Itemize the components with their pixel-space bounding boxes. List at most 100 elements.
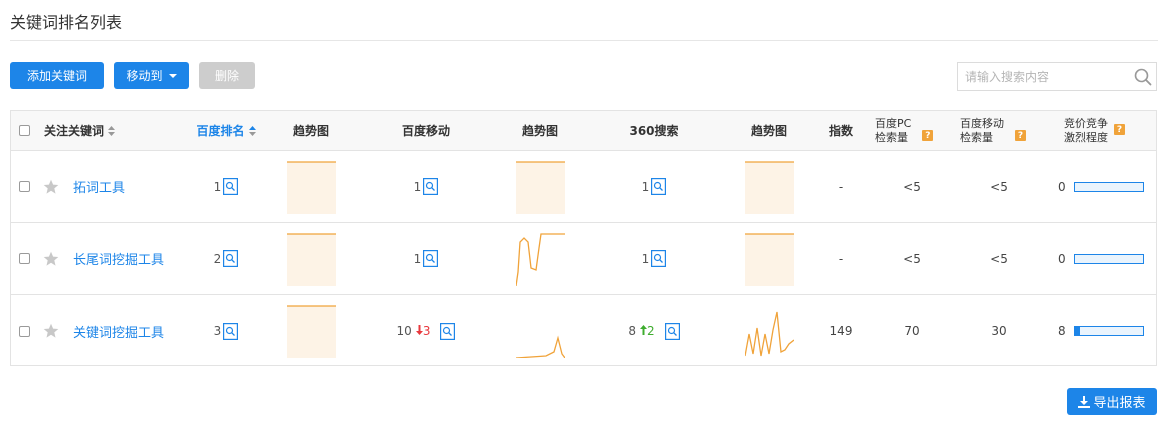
sparkline (286, 232, 336, 286)
sparkline (515, 232, 565, 286)
sparkline-line (515, 232, 565, 286)
competition-value: 8 (1058, 324, 1066, 338)
trend-chart[interactable] (744, 304, 794, 358)
arrow-down-icon (415, 325, 423, 335)
snapshot-icon[interactable] (651, 250, 667, 267)
sparkline-area (286, 161, 336, 214)
table-header: 关注关键词 百度排名 趋势图 百度移动 趋势图 360搜索 趋势图 指数 百度P… (11, 111, 1156, 151)
move-to-button[interactable]: 移动到 (114, 62, 189, 89)
row-checkbox[interactable] (19, 181, 30, 192)
sparkline (286, 305, 336, 358)
mobile-volume-value: <5 (990, 251, 1008, 266)
header-mobile-volume-line2: 检索量 (960, 130, 993, 144)
snapshot-icon[interactable] (423, 250, 439, 267)
header-competition-line1: 竞价竞争 (1064, 116, 1108, 130)
help-icon[interactable]: ? (1015, 130, 1026, 141)
mobile-volume-value: 30 (991, 324, 1007, 338)
help-icon[interactable]: ? (1114, 124, 1125, 135)
search-icon[interactable] (1134, 68, 1152, 86)
baidu-mobile-value: 1 (413, 179, 422, 194)
snapshot-icon[interactable] (651, 178, 667, 195)
competition-bar (1074, 181, 1144, 192)
snapshot-icon[interactable] (423, 178, 439, 195)
header-keyword[interactable]: 关注关键词 (44, 111, 164, 150)
header-trend-3: 趋势图 (750, 124, 787, 138)
competition-bar (1074, 253, 1144, 264)
header-index: 指数 (828, 124, 853, 138)
sort-icon (108, 125, 116, 136)
row-checkbox[interactable] (19, 253, 30, 264)
header-trend-2: 趋势图 (521, 124, 558, 138)
keyword-link[interactable]: 拓词工具 (73, 177, 125, 196)
trend-chart[interactable] (515, 232, 565, 286)
trend-chart[interactable] (515, 160, 565, 214)
trend-chart[interactable] (286, 232, 336, 286)
header-mobile-volume: 百度移动 检索量 ? (960, 111, 1050, 150)
trend-chart[interactable] (744, 232, 794, 286)
star-icon[interactable] (43, 323, 59, 339)
index-value: - (838, 251, 844, 266)
sparkline (744, 160, 794, 214)
caret-down-icon (168, 73, 177, 78)
search-box (957, 62, 1157, 91)
header-360: 360搜索 (629, 124, 679, 138)
sparkline-area (286, 306, 336, 358)
star-icon[interactable] (43, 179, 59, 195)
row-checkbox[interactable] (19, 325, 30, 337)
sparkline (744, 311, 794, 357)
export-report-label: 导出报表 (1093, 396, 1146, 411)
rank-change-up: 2 (640, 324, 655, 338)
sparkline-area (744, 161, 794, 214)
help-icon[interactable]: ? (922, 130, 934, 141)
sparkline-area (744, 233, 794, 286)
keyword-link[interactable]: 关键词挖掘工具 (73, 322, 164, 341)
header-pc-volume-line1: 百度PC (875, 116, 912, 130)
table-row: 长尾词挖掘工具 2 1 1 - <5 <5 0 (11, 223, 1156, 295)
baidu-mobile-change: 3 (422, 324, 431, 338)
header-mobile-volume-line1: 百度移动 (960, 116, 1004, 130)
baidu-mobile-value: 10 (396, 324, 412, 338)
index-value: 149 (829, 324, 853, 338)
download-icon (1078, 395, 1091, 408)
delete-button[interactable]: 删除 (199, 62, 255, 89)
select-all-checkbox[interactable] (19, 125, 30, 136)
header-trend-1: 趋势图 (292, 124, 329, 138)
header-baidu-rank-label: 百度排名 (196, 124, 245, 138)
trend-chart[interactable] (744, 160, 794, 214)
baidu-mobile-value: 1 (413, 251, 422, 266)
header-pc-volume: 百度PC 检索量 ? (875, 111, 955, 150)
competition-bar (1074, 326, 1144, 336)
sparkline (515, 335, 565, 358)
mobile-volume-value: <5 (990, 179, 1008, 194)
keyword-link[interactable]: 长尾词挖掘工具 (73, 249, 164, 268)
rank-change-down: 3 (415, 324, 431, 338)
snapshot-icon[interactable] (440, 322, 456, 340)
add-keyword-button[interactable]: 添加关键词 (10, 62, 104, 89)
snapshot-icon[interactable] (223, 250, 239, 267)
trend-chart[interactable] (286, 160, 336, 214)
header-baidu-mobile: 百度移动 (401, 124, 450, 138)
table-row: 关键词挖掘工具 3 10 3 8 2 149 70 30 8 (11, 295, 1156, 367)
baidu-rank-value: 2 (213, 251, 222, 266)
trend-chart[interactable] (515, 304, 565, 358)
keyword-rank-table: 关注关键词 百度排名 趋势图 百度移动 趋势图 360搜索 趋势图 指数 百度P… (10, 110, 1157, 366)
header-pc-volume-line2: 检索量 (875, 130, 908, 144)
competition-value: 0 (1058, 251, 1066, 266)
sort-icon (248, 125, 256, 136)
sparkline-line (744, 311, 794, 357)
search-input[interactable] (958, 63, 1123, 90)
competition-fill (1075, 327, 1081, 335)
star-icon[interactable] (43, 251, 59, 267)
pc-volume-value: <5 (903, 179, 921, 194)
snapshot-icon[interactable] (664, 322, 680, 340)
arrow-up-icon (640, 325, 647, 335)
snapshot-icon[interactable] (223, 178, 239, 195)
so360-value: 8 (628, 324, 636, 338)
index-value: - (838, 179, 844, 194)
trend-chart[interactable] (286, 304, 336, 358)
snapshot-icon[interactable] (223, 322, 239, 340)
export-report-button[interactable]: 导出报表 (1067, 388, 1157, 415)
header-competition-line2: 激烈程度 (1064, 130, 1108, 144)
pc-volume-value: 70 (904, 324, 920, 338)
sparkline (744, 232, 794, 286)
